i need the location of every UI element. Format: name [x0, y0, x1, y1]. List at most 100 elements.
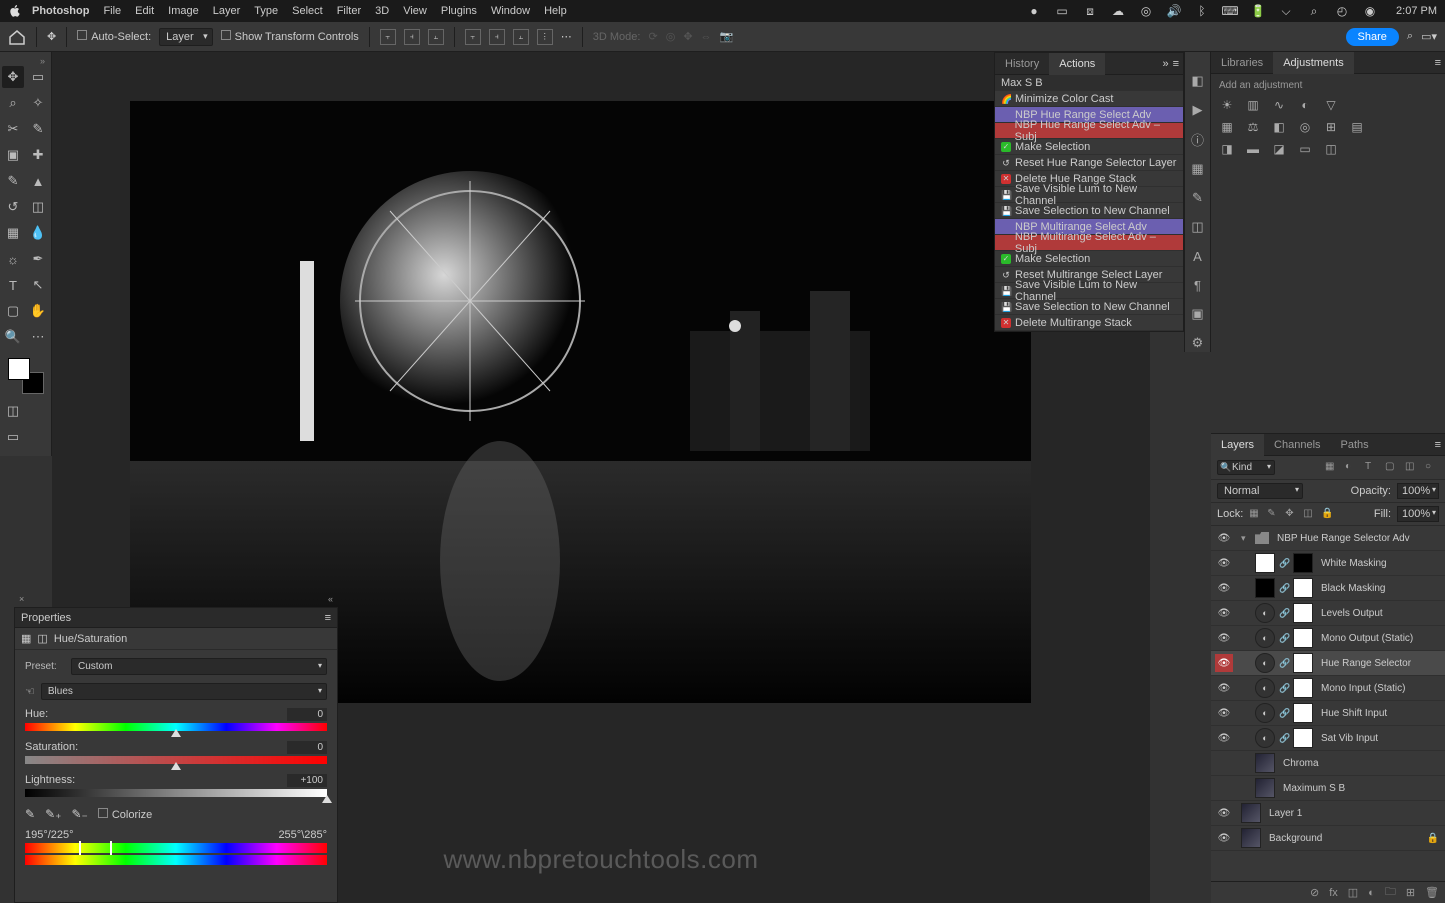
brush-tool-icon[interactable]: ✎ [2, 170, 24, 192]
tab-layers[interactable]: Layers [1211, 434, 1264, 456]
foreground-color[interactable] [8, 358, 30, 380]
gradient-map-icon[interactable]: ▭ [1297, 141, 1313, 157]
apple-logo-icon[interactable] [8, 4, 22, 18]
filter-pixel-icon[interactable]: ▦ [1325, 461, 1339, 475]
clock[interactable]: 2:07 PM [1396, 5, 1437, 17]
path-selection-tool-icon[interactable]: ↖ [27, 274, 49, 296]
menu-view[interactable]: View [403, 5, 427, 17]
align-right-icon[interactable]: ⫠ [428, 29, 444, 45]
color-swatches[interactable] [8, 358, 44, 394]
layer-row[interactable]: 👁◐🔗Mono Output (Static) [1211, 626, 1445, 651]
visibility-toggle-icon[interactable]: 👁 [1215, 529, 1233, 547]
hue-slider[interactable] [25, 723, 327, 731]
visibility-toggle-icon[interactable]: 👁 [1215, 579, 1233, 597]
color-range-slider[interactable] [25, 843, 327, 853]
clone-stamp-tool-icon[interactable]: ▲ [27, 170, 49, 192]
layer-thumb[interactable] [1255, 753, 1275, 773]
lock-all-icon[interactable]: 🔒 [1321, 508, 1333, 520]
lock-artboard-icon[interactable]: ◫ [1303, 508, 1315, 520]
type-tool-icon[interactable]: T [2, 274, 24, 296]
pen-tool-icon[interactable]: ✒ [27, 248, 49, 270]
lightness-value[interactable]: +100 [287, 774, 327, 787]
lasso-tool-icon[interactable]: ⌕ [2, 92, 24, 114]
vibrance-icon[interactable]: ▽ [1323, 97, 1339, 113]
visibility-toggle-icon[interactable]: 👁 [1215, 679, 1233, 697]
zoom-tool-icon[interactable]: 🔍 [2, 326, 24, 348]
close-panel-icon[interactable]: × [19, 594, 24, 604]
edit-toolbar-icon[interactable]: ⋯ [27, 326, 49, 348]
tab-actions[interactable]: Actions [1049, 53, 1105, 75]
layer-thumb[interactable] [1255, 778, 1275, 798]
filter-smart-icon[interactable]: ◫ [1405, 461, 1419, 475]
brushes-panel-icon[interactable]: ✎ [1189, 189, 1207, 206]
app-name[interactable]: Photoshop [32, 5, 89, 17]
menu-select[interactable]: Select [292, 5, 323, 17]
more-options-icon[interactable]: ⋯ [561, 30, 572, 43]
exposure-icon[interactable]: ◐ [1297, 97, 1313, 113]
properties-menu-icon[interactable]: ≡ [325, 612, 331, 624]
menu-layer[interactable]: Layer [213, 5, 241, 17]
action-set-header[interactable]: Max S B [995, 75, 1183, 91]
action-item[interactable]: NBP Multirange Select Adv – Subj [995, 235, 1183, 251]
mask-thumb[interactable] [1293, 553, 1313, 573]
action-item[interactable]: 💾Save Visible Lum to New Channel [995, 187, 1183, 203]
menu-type[interactable]: Type [254, 5, 278, 17]
adjustment-thumb[interactable]: ◐ [1255, 603, 1275, 623]
layer-row[interactable]: 👁▾NBP Hue Range Selector Adv [1211, 526, 1445, 551]
targeted-adjustment-icon[interactable]: ☜ [25, 685, 35, 698]
eyedropper-add-icon[interactable]: ✎₊ [45, 807, 61, 821]
lock-position-icon[interactable]: ✥ [1285, 508, 1297, 520]
eraser-tool-icon[interactable]: ◫ [27, 196, 49, 218]
gradient-tool-icon[interactable]: ▦ [2, 222, 24, 244]
adjustment-thumb[interactable]: ◐ [1255, 728, 1275, 748]
collapse-panel-icon[interactable]: « [328, 594, 333, 604]
menu-plugins[interactable]: Plugins [441, 5, 477, 17]
keyboard-icon[interactable]: ⌨ [1222, 3, 1238, 19]
show-transform-checkbox[interactable]: Show Transform Controls [221, 30, 359, 43]
visibility-toggle-icon[interactable] [1215, 754, 1233, 772]
layer-row[interactable]: 👁🔗Black Masking [1211, 576, 1445, 601]
mask-thumb[interactable] [1293, 703, 1313, 723]
menu-image[interactable]: Image [168, 5, 199, 17]
layer-style-icon[interactable]: fx [1329, 887, 1338, 899]
saturation-value[interactable]: 0 [287, 741, 327, 754]
bluetooth-icon[interactable]: ᛒ [1194, 3, 1210, 19]
color-panel-icon[interactable]: ◧ [1189, 72, 1207, 89]
new-layer-icon[interactable]: ⊞ [1406, 886, 1415, 899]
menu-window[interactable]: Window [491, 5, 530, 17]
visibility-toggle-icon[interactable] [1215, 779, 1233, 797]
swatches-panel-icon[interactable]: ▦ [1189, 160, 1207, 177]
adjustment-thumb[interactable]: ◐ [1255, 653, 1275, 673]
adjustment-type-icon[interactable]: ▦ [21, 632, 31, 645]
link-layers-icon[interactable]: ⊘ [1310, 886, 1319, 899]
info-panel-icon[interactable]: ⓘ [1189, 130, 1207, 148]
layer-filter-kind[interactable]: Kind [1217, 460, 1275, 475]
workspace-switcher-icon[interactable]: ▭▾ [1421, 30, 1437, 43]
healing-brush-tool-icon[interactable]: ✚ [27, 144, 49, 166]
frame-tool-icon[interactable]: ▣ [2, 144, 24, 166]
mask-icon[interactable]: ◫ [37, 632, 47, 645]
display-icon[interactable]: ▭ [1054, 3, 1070, 19]
panel-menu-icon[interactable]: ≡ [1173, 58, 1179, 70]
filter-toggle-icon[interactable]: ○ [1425, 461, 1439, 475]
tab-channels[interactable]: Channels [1264, 434, 1330, 456]
color-range-slider-bottom[interactable] [25, 855, 327, 865]
tab-adjustments[interactable]: Adjustments [1273, 52, 1354, 74]
volume-icon[interactable]: 🔊 [1166, 3, 1182, 19]
threshold-icon[interactable]: ◪ [1271, 141, 1287, 157]
mask-thumb[interactable] [1293, 628, 1313, 648]
magic-wand-tool-icon[interactable]: ✧ [27, 92, 49, 114]
cloud-icon[interactable]: ☁ [1110, 3, 1126, 19]
lock-pixels-icon[interactable]: ✎ [1267, 508, 1279, 520]
lightness-slider[interactable] [25, 789, 327, 797]
auto-select-target[interactable]: Layer [159, 28, 213, 46]
action-item[interactable]: ✕Delete Multirange Stack [995, 315, 1183, 331]
siri-icon[interactable]: ◉ [1362, 3, 1378, 19]
visibility-toggle-icon[interactable]: 👁 [1215, 704, 1233, 722]
mask-thumb[interactable] [1293, 603, 1313, 623]
rectangle-tool-icon[interactable]: ▢ [2, 300, 24, 322]
adjustment-thumb[interactable]: ◐ [1255, 703, 1275, 723]
layer-row[interactable]: Chroma [1211, 751, 1445, 776]
collapse-toolbox-icon[interactable]: » [2, 56, 49, 66]
posterize-icon[interactable]: ▬ [1245, 141, 1261, 157]
